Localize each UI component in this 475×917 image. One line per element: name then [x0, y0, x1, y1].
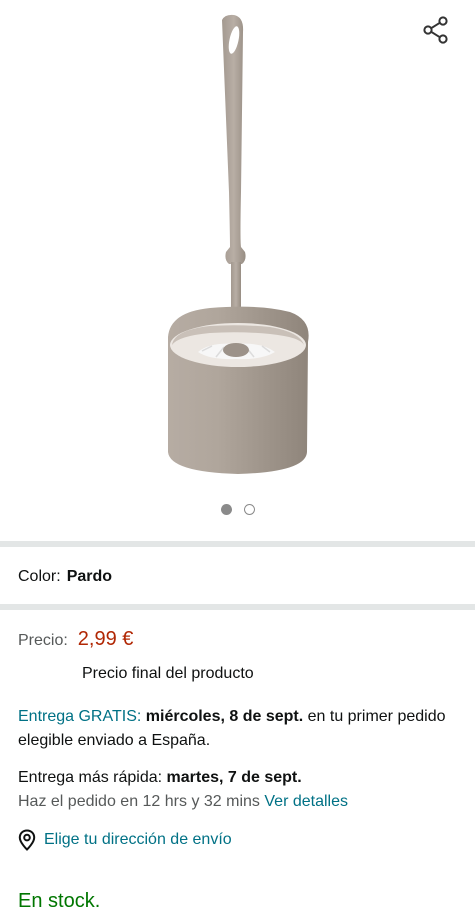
price-row: Precio: 2,99 €	[18, 628, 133, 651]
free-delivery-label: Entrega GRATIS:	[18, 708, 142, 725]
carousel-indicator[interactable]	[0, 504, 475, 515]
fast-delivery-message: Entrega más rápida: martes, 7 de sept. H…	[18, 766, 458, 814]
product-gallery[interactable]	[0, 0, 475, 540]
price-label: Precio:	[18, 632, 68, 649]
fast-delivery-label: Entrega más rápida:	[18, 769, 163, 786]
section-divider	[0, 541, 475, 547]
color-value: Pardo	[66, 568, 113, 585]
toilet-brush-image[interactable]	[150, 12, 325, 480]
free-delivery-date: miércoles, 8 de sept.	[145, 708, 304, 725]
section-divider	[0, 604, 475, 610]
color-selection: Color: Pardo	[18, 568, 112, 586]
free-delivery-message: Entrega GRATIS: miércoles, 8 de sept. en…	[18, 705, 458, 753]
price-note: Precio final del producto	[82, 665, 254, 682]
price-value: 2,99 €	[77, 628, 134, 650]
stock-status: En stock.	[18, 890, 101, 912]
details-link[interactable]: Ver detalles	[264, 793, 348, 810]
carousel-dot[interactable]	[243, 504, 255, 515]
share-button[interactable]	[420, 14, 452, 46]
choose-address-label: Elige tu dirección de envío	[44, 831, 232, 848]
location-pin-icon	[18, 829, 36, 851]
share-icon	[423, 16, 448, 44]
fast-delivery-date: martes, 7 de sept.	[166, 769, 302, 786]
color-label: Color:	[18, 568, 61, 585]
carousel-dot[interactable]	[220, 504, 232, 515]
choose-address-link[interactable]: Elige tu dirección de envío	[18, 829, 232, 851]
order-countdown: Haz el pedido en 12 hrs y 32 mins	[18, 793, 260, 810]
